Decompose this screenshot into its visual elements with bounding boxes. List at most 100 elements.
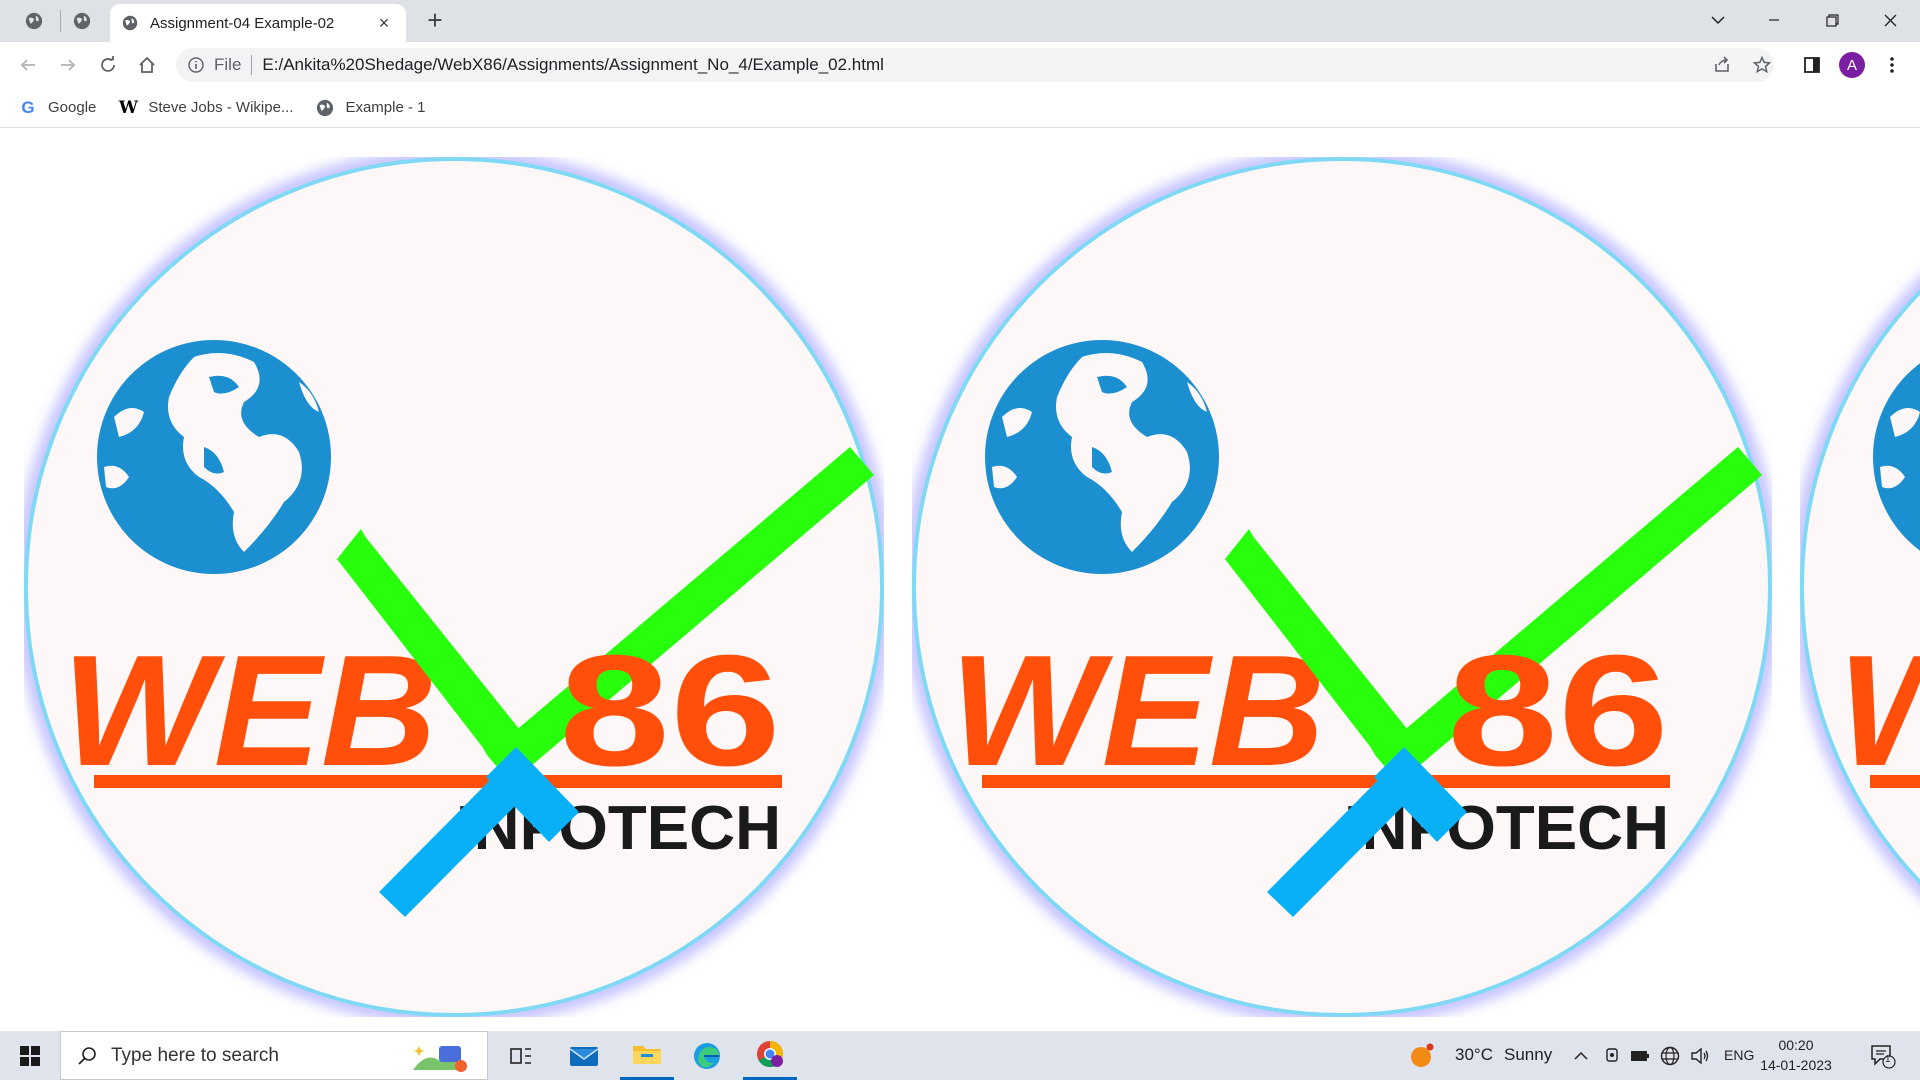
speaker-icon — [1691, 1047, 1709, 1064]
more-vert-icon — [1890, 57, 1894, 73]
logo-circle — [912, 157, 1772, 1017]
show-hidden-icons-button[interactable] — [1566, 1031, 1596, 1080]
close-icon — [1884, 14, 1896, 26]
logo-circle — [24, 157, 884, 1017]
search-placeholder: Type here to search — [111, 1044, 279, 1066]
bookmark-label: Example - 1 — [345, 99, 426, 116]
wikipedia-icon: W — [118, 97, 138, 118]
meet-icon — [1606, 1047, 1618, 1062]
scheme-label: File — [214, 55, 242, 74]
bookmark-star-button[interactable] — [1746, 49, 1778, 81]
home-icon — [139, 56, 155, 73]
star-icon — [1753, 56, 1771, 74]
edge-icon — [694, 1042, 720, 1069]
meet-now-button[interactable] — [1598, 1031, 1626, 1080]
restore-button[interactable] — [1804, 0, 1860, 40]
side-panel-icon — [1804, 57, 1820, 73]
reload-icon — [101, 56, 115, 72]
task-view-button[interactable] — [494, 1031, 548, 1080]
home-button[interactable] — [131, 49, 163, 81]
tab-separator — [60, 10, 61, 32]
close-window-button[interactable] — [1862, 0, 1918, 40]
pinned-tab-1[interactable] — [16, 6, 52, 36]
share-button[interactable] — [1706, 49, 1738, 81]
notifications-button[interactable]: 1 — [1856, 1031, 1910, 1080]
back-button[interactable] — [12, 49, 44, 81]
logo-circle — [1800, 289, 1920, 885]
battery-button[interactable] — [1626, 1031, 1654, 1080]
profile-avatar[interactable]: A — [1839, 52, 1865, 78]
bookmarks-bar: G Google W Steve Jobs - Wikipe... Exampl… — [0, 88, 1920, 128]
bookmark-label: Google — [48, 99, 97, 116]
battery-icon — [1631, 1050, 1649, 1061]
new-tab-button[interactable]: + — [420, 6, 450, 36]
bookmark-example-1[interactable]: Example - 1 — [315, 98, 425, 118]
globe-icon — [122, 15, 138, 31]
weather-button[interactable] — [1404, 1031, 1440, 1080]
reload-button[interactable] — [92, 49, 124, 81]
windows-taskbar: Type here to search 30°C Sunny ENG 00:20… — [0, 1031, 1920, 1080]
mail-icon — [569, 1046, 599, 1066]
url-text[interactable]: E:/Ankita%20Shedage/WebX86/Assignments/A… — [262, 55, 884, 75]
globe-icon — [25, 12, 43, 30]
start-button[interactable] — [0, 1031, 60, 1080]
weather-condition: Sunny — [1504, 1045, 1553, 1064]
side-panel-button[interactable] — [1796, 49, 1828, 81]
file-explorer-button[interactable] — [620, 1031, 674, 1080]
bookmark-steve-jobs[interactable]: W Steve Jobs - Wikipe... — [118, 97, 294, 118]
globe-graphic — [97, 340, 331, 574]
taskbar-search[interactable]: Type here to search — [60, 1031, 488, 1080]
tab-active[interactable]: Assignment-04 Example-02 × — [110, 4, 406, 42]
google-icon: G — [21, 97, 35, 117]
minimize-icon — [1769, 19, 1779, 21]
tab-close-icon[interactable]: × — [374, 13, 394, 34]
minimize-button[interactable] — [1746, 0, 1802, 40]
info-icon — [188, 57, 204, 73]
search-icon — [78, 1046, 96, 1065]
search-highlight-icon — [413, 1046, 467, 1072]
address-bar[interactable]: File E:/Ankita%20Shedage/WebX86/Assignme… — [176, 48, 1774, 82]
network-button[interactable] — [1656, 1031, 1684, 1080]
logo-text-86: 86 — [559, 623, 781, 799]
edge-browser-button[interactable] — [680, 1031, 734, 1080]
globe-icon — [315, 98, 335, 118]
bookmark-google[interactable]: G Google — [18, 98, 96, 118]
sun-icon — [1411, 1043, 1434, 1067]
logo-text-86: 86 — [1447, 623, 1669, 799]
browser-toolbar: File E:/Ankita%20Shedage/WebX86/Assignme… — [0, 42, 1920, 88]
tab-search-button[interactable] — [1690, 0, 1746, 40]
globe-icon — [73, 12, 91, 30]
folder-icon — [633, 1046, 661, 1064]
arrow-left-icon — [20, 59, 35, 71]
globe-graphic — [985, 340, 1219, 574]
pinned-tab-2[interactable] — [64, 6, 100, 36]
divider — [251, 55, 253, 75]
logo-text-web: WEB — [950, 623, 1325, 799]
volume-button[interactable] — [1686, 1031, 1714, 1080]
clock-date: 14-01-2023 — [1760, 1057, 1832, 1073]
logo-text-web: WEB — [1838, 623, 1920, 799]
chrome-icon — [757, 1040, 784, 1068]
menu-button[interactable] — [1876, 49, 1908, 81]
tab-title: Assignment-04 Example-02 — [150, 14, 335, 32]
clock[interactable]: 00:20 14-01-2023 — [1756, 1035, 1836, 1075]
weather-temperature: 30°C — [1455, 1045, 1493, 1064]
chrome-browser-button[interactable] — [743, 1031, 797, 1080]
bookmark-label: Steve Jobs - Wikipe... — [148, 99, 294, 116]
tab-strip: Assignment-04 Example-02 × + — [0, 0, 1920, 42]
task-view-icon — [510, 1047, 531, 1064]
webx86-logo: WEB 86 INFOTECH — [912, 157, 1772, 1017]
forward-button[interactable] — [52, 49, 84, 81]
clock-time: 00:20 — [1778, 1037, 1814, 1053]
notification-icon — [1871, 1044, 1896, 1069]
share-icon — [1715, 56, 1729, 72]
restore-icon — [1825, 13, 1839, 27]
arrow-right-icon — [61, 59, 76, 71]
chevron-up-icon — [1574, 1051, 1588, 1060]
notification-count: 1 — [1885, 1054, 1891, 1065]
webx86-logo: WEB 86 INFOTECH — [1800, 279, 1920, 895]
mail-app-button[interactable] — [557, 1031, 611, 1080]
globe-icon — [1660, 1046, 1680, 1065]
chevron-down-icon — [1711, 16, 1725, 25]
language-indicator[interactable]: ENG — [1724, 1047, 1754, 1063]
